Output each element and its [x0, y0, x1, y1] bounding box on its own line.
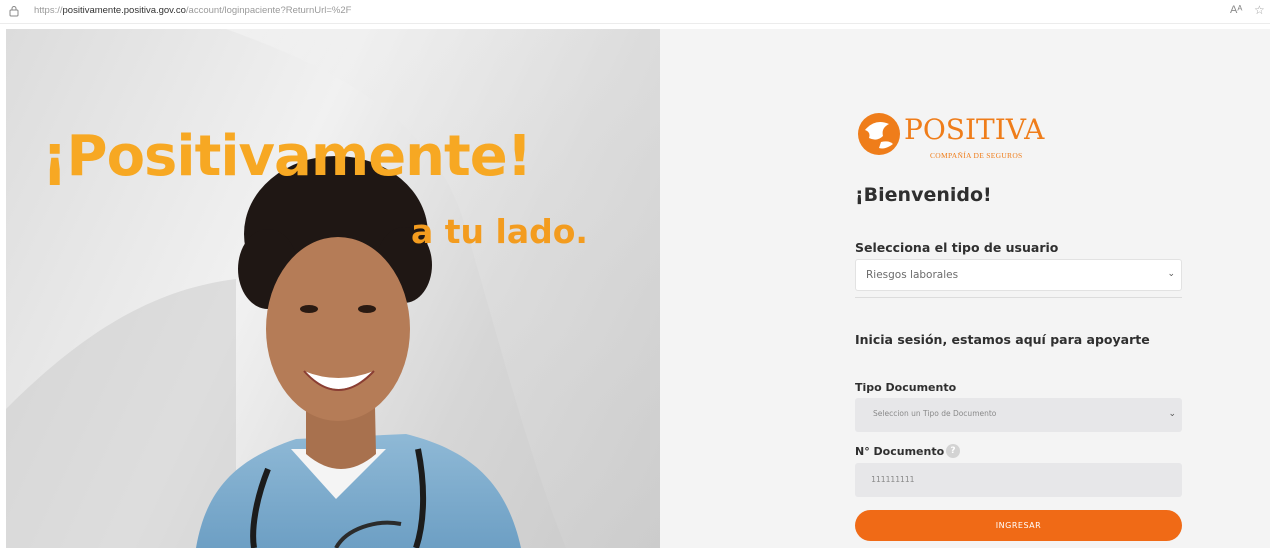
doc-number-label: N° Documento: [855, 445, 945, 458]
doc-number-value: 111111111: [871, 475, 915, 484]
browser-address-bar[interactable]: https://positivamente.positiva.gov.co/ac…: [0, 0, 1270, 24]
welcome-heading: ¡Bienvenido!: [855, 184, 992, 206]
lock-icon[interactable]: [8, 5, 20, 17]
doc-number-input[interactable]: 111111111: [855, 463, 1182, 497]
divider: [855, 297, 1182, 298]
chevron-down-icon: ⌄: [1167, 269, 1175, 279]
user-type-label: Selecciona el tipo de usuario: [855, 240, 1059, 255]
user-type-value: Riesgos laborales: [866, 269, 959, 281]
nurse-illustration: [6, 29, 660, 548]
brand-name: POSITIVA: [904, 113, 1045, 146]
url-path: /account/loginpaciente?ReturnUrl=%2F: [185, 5, 352, 16]
user-type-select[interactable]: Riesgos laborales ⌄: [855, 259, 1182, 291]
url-prefix: https://: [34, 5, 63, 16]
login-prompt: Inicia sesión, estamos aquí para apoyart…: [855, 332, 1150, 347]
ingresar-button[interactable]: INGRESAR: [855, 510, 1182, 541]
doc-type-select[interactable]: Seleccion un Tipo de Documento ⌄: [855, 398, 1182, 432]
read-aloud-icon[interactable]: Aᴬ: [1230, 4, 1242, 16]
brand-tagline: COMPAÑÍA DE SEGUROS: [930, 151, 1023, 160]
url-host: positivamente.positiva.gov.co: [62, 5, 186, 16]
hero-title: ¡Positivamente!: [42, 124, 532, 189]
chevron-down-icon: ⌄: [1168, 409, 1176, 419]
help-icon[interactable]: ?: [946, 444, 960, 458]
doc-type-placeholder: Seleccion un Tipo de Documento: [873, 409, 997, 418]
hero-banner: ¡Positivamente! a tu lado.: [6, 29, 660, 548]
hero-subtitle: a tu lado.: [411, 212, 588, 251]
doc-type-label: Tipo Documento: [855, 381, 957, 394]
url-text[interactable]: https://positivamente.positiva.gov.co/ac…: [34, 5, 351, 16]
star-plus-icon[interactable]: ☆: [1254, 3, 1265, 17]
